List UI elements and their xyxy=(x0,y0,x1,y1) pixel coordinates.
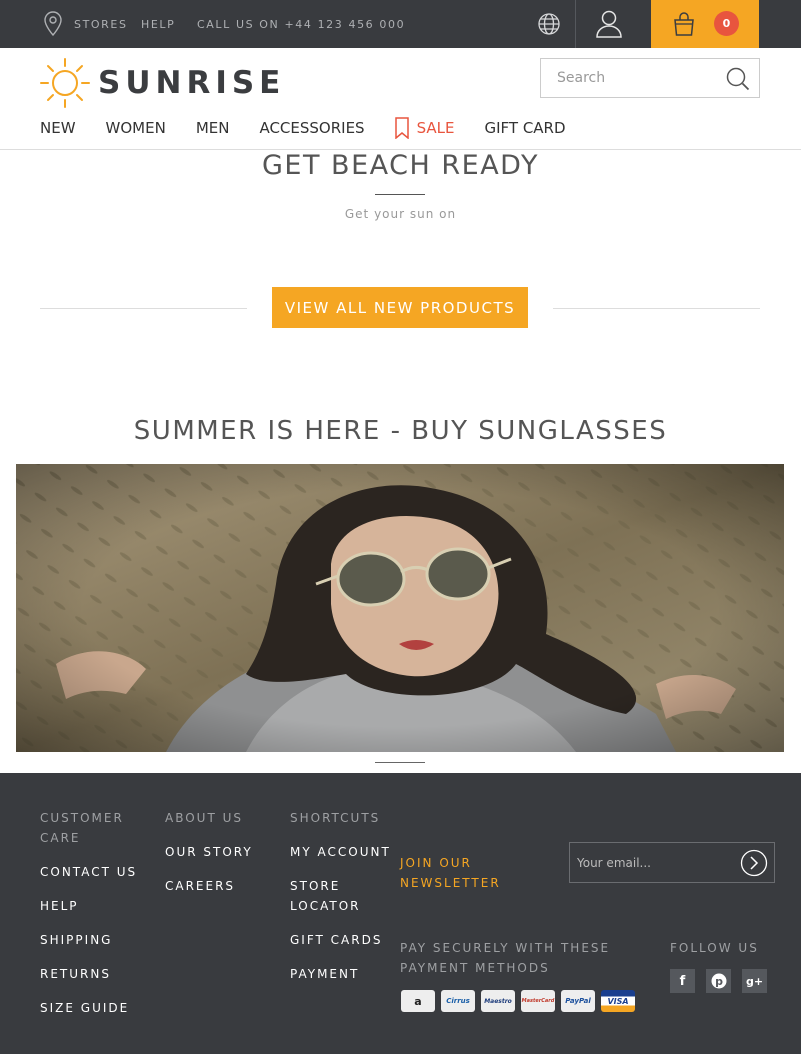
follow-us-heading: FOLLOW US xyxy=(670,941,759,955)
divider-right xyxy=(553,308,760,309)
footer-link-returns[interactable]: RETURNS xyxy=(40,964,111,984)
view-all-new-products-button[interactable]: VIEW ALL NEW PRODUCTS xyxy=(272,287,528,328)
nav-item-new[interactable]: NEW xyxy=(40,119,76,137)
cart-button[interactable]: 0 xyxy=(651,0,759,48)
banner-photo xyxy=(16,464,784,752)
customer-care-heading: CUSTOMER CARE xyxy=(40,811,124,845)
location-pin-icon xyxy=(44,11,62,37)
user-account-icon[interactable] xyxy=(596,10,622,38)
beach-ready-subtitle: Get your sun on xyxy=(344,207,457,221)
nav-item-women[interactable]: WOMEN xyxy=(106,119,166,137)
email-input[interactable] xyxy=(577,855,727,870)
search-icon[interactable] xyxy=(726,67,750,91)
pinterest-icon[interactable]: p xyxy=(706,969,731,993)
google-plus-icon[interactable]: g+ xyxy=(742,969,767,993)
banner-underline xyxy=(375,762,425,763)
footer-link-our-story[interactable]: OUR STORY xyxy=(165,842,253,862)
footer-link-payment[interactable]: PAYMENT xyxy=(290,964,359,984)
globe-icon[interactable] xyxy=(537,12,561,36)
topbar-divider xyxy=(575,0,576,48)
sale-label: SALE xyxy=(416,119,455,137)
footer: CUSTOMER CARE CONTACT US HELP SHIPPING R… xyxy=(0,773,801,1054)
svg-text:p: p xyxy=(715,975,723,988)
footer-link-store-locator[interactable]: STORE LOCATOR xyxy=(290,876,380,916)
payment-methods-list: a Cirrus Maestro MasterCard PayPal VISA xyxy=(401,990,641,1012)
shortcuts-heading: SHORTCUTS xyxy=(290,811,381,825)
amazon-payment-icon: a xyxy=(401,990,435,1012)
newsletter-label: JOIN OUR NEWSLETTER xyxy=(400,856,501,890)
pinterest-glyph: p xyxy=(711,973,726,989)
footer-link-gift-cards[interactable]: GIFT CARDS xyxy=(290,930,382,950)
cirrus-payment-icon: Cirrus xyxy=(441,990,475,1012)
call-us-text: CALL US ON +44 123 456 000 xyxy=(197,17,406,31)
top-bar: STORES HELP CALL US ON +44 123 456 000 0 xyxy=(0,0,801,48)
site-logo[interactable]: SUNRISE xyxy=(40,58,285,108)
paypal-payment-icon: PayPal xyxy=(561,990,595,1012)
visa-payment-icon: VISA xyxy=(601,990,635,1012)
maestro-payment-icon: Maestro xyxy=(481,990,515,1012)
sunglasses-banner-image[interactable] xyxy=(16,464,784,752)
mastercard-payment-icon: MasterCard xyxy=(521,990,555,1012)
main-nav: NEW WOMEN MEN ACCESSORIES SALE GIFT CARD xyxy=(40,112,596,144)
footer-link-careers[interactable]: CAREERS xyxy=(165,876,235,896)
sunglasses-promo-title: SUMMER IS HERE - BUY SUNGLASSES xyxy=(133,416,668,446)
bookmark-icon xyxy=(394,117,409,139)
newsletter-form xyxy=(569,842,775,883)
footer-link-contact-us[interactable]: CONTACT US xyxy=(40,862,137,882)
submit-arrow-icon[interactable] xyxy=(740,849,768,877)
nav-item-men[interactable]: MEN xyxy=(196,119,230,137)
logo-text: SUNRISE xyxy=(98,65,286,101)
cart-count-badge: 0 xyxy=(714,11,739,36)
sun-logo-icon xyxy=(40,58,90,108)
about-us-heading: ABOUT US xyxy=(165,811,244,825)
search-input[interactable] xyxy=(557,70,717,86)
divider-left xyxy=(40,308,247,309)
footer-link-help[interactable]: HELP xyxy=(40,896,79,916)
payment-methods-heading: PAY SECURELY WITH THESE PAYMENT METHODS xyxy=(400,941,611,975)
footer-link-my-account[interactable]: MY ACCOUNT xyxy=(290,842,391,862)
search-box[interactable] xyxy=(540,58,760,98)
nav-item-accessories[interactable]: ACCESSORIES xyxy=(259,119,364,137)
nav-item-sale[interactable]: SALE xyxy=(394,117,455,139)
footer-link-size-guide[interactable]: SIZE GUIDE xyxy=(40,998,129,1018)
stores-label: STORES xyxy=(74,17,128,31)
beach-ready-title: GET BEACH READY xyxy=(262,150,539,181)
title-underline xyxy=(375,194,425,195)
help-link[interactable]: HELP xyxy=(141,0,175,48)
stores-link[interactable]: STORES xyxy=(44,0,128,48)
footer-link-shipping[interactable]: SHIPPING xyxy=(40,930,112,950)
shopping-bag-icon xyxy=(674,12,694,36)
facebook-icon[interactable]: f xyxy=(670,969,695,993)
nav-item-gift-card[interactable]: GIFT CARD xyxy=(484,119,565,137)
